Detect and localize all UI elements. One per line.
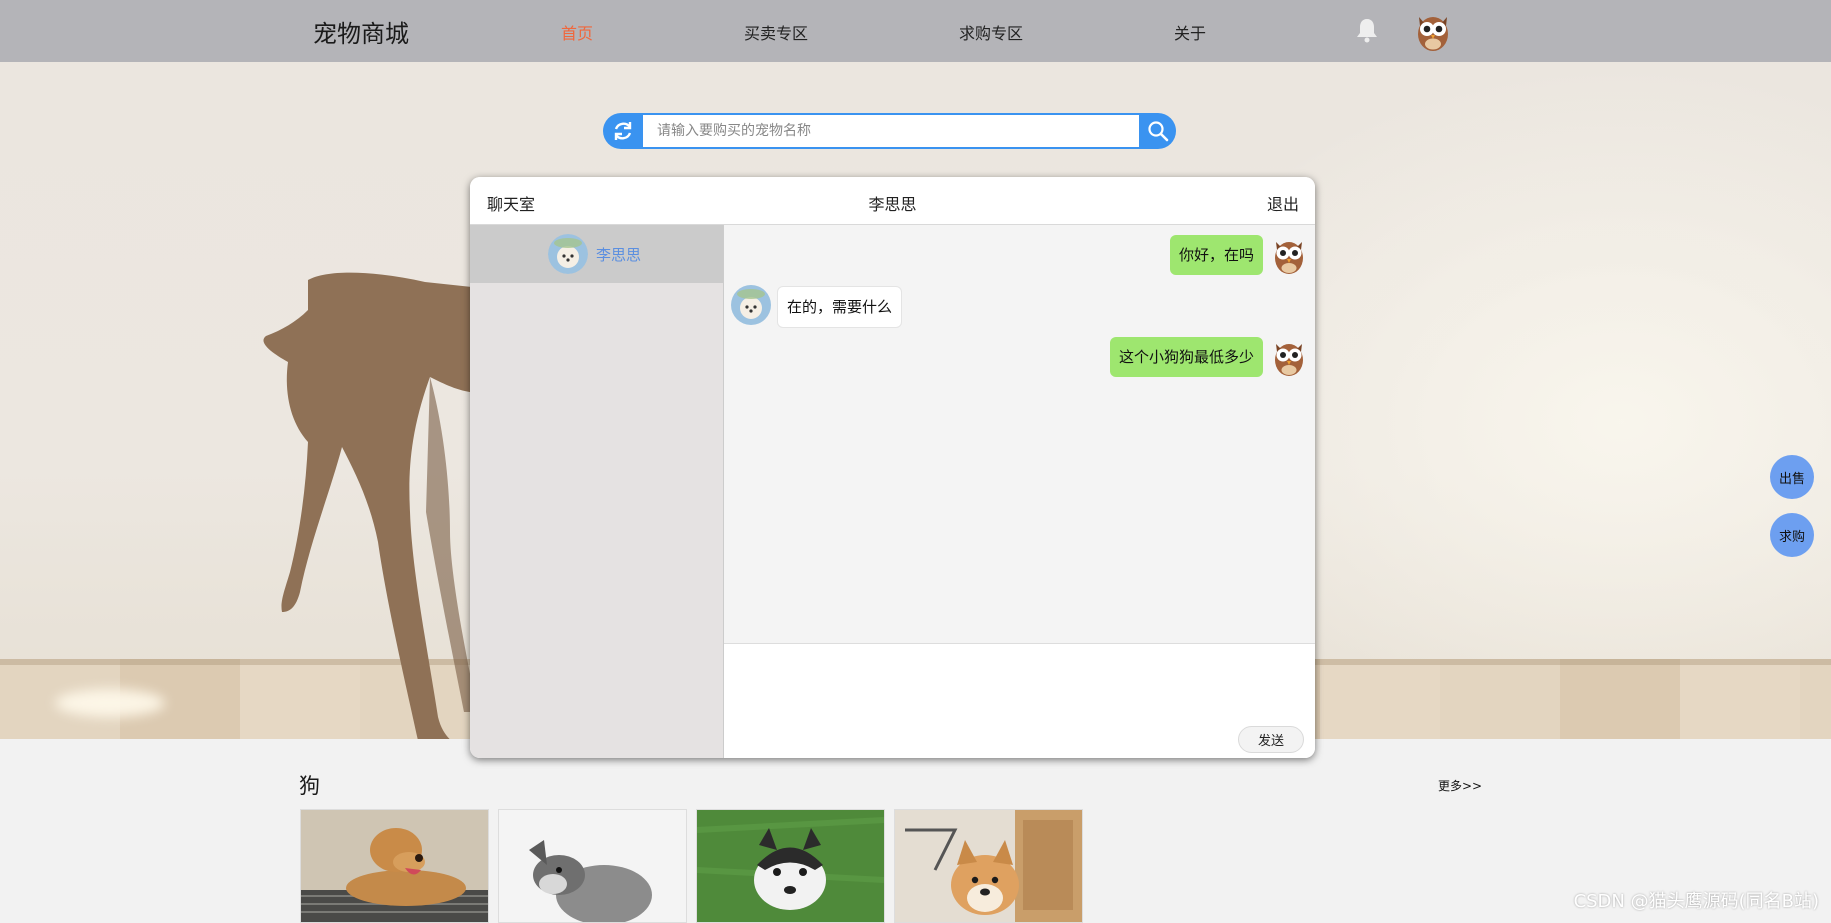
- buy-request-button[interactable]: 求购: [1770, 513, 1814, 557]
- send-button[interactable]: 发送: [1238, 726, 1304, 753]
- search-button[interactable]: [1139, 113, 1176, 149]
- contact-name: 李思思: [596, 246, 642, 264]
- message-input[interactable]: [724, 644, 1315, 726]
- message-row: 你好，在吗: [724, 233, 1315, 277]
- chat-header: 聊天室 李思思 退出: [470, 177, 1315, 225]
- search-icon: [1147, 121, 1168, 142]
- golden-retriever-image: [301, 810, 488, 922]
- message-row: 这个小狗狗最低多少: [724, 335, 1315, 379]
- contact-avatar: [731, 285, 771, 325]
- site-brand[interactable]: 宠物商城: [313, 14, 409, 49]
- watermark: CSDN @猫头鹰源码(同名B站): [1573, 891, 1819, 912]
- pet-card-schnauzer[interactable]: [498, 809, 687, 923]
- sell-button[interactable]: 出售: [1770, 455, 1814, 499]
- message-list: 你好，在吗 在的，需要什么 这个小狗狗最低多少: [724, 225, 1315, 643]
- chat-window: 聊天室 李思思 退出 李思思 你好，在吗 在的，需要什么 这个小狗狗最低多少 发…: [470, 177, 1315, 758]
- pet-card-golden-retriever[interactable]: [300, 809, 489, 923]
- pet-card-husky-puppy[interactable]: [696, 809, 885, 923]
- owl-avatar-icon: [1275, 242, 1303, 274]
- nav-home[interactable]: 首页: [561, 20, 593, 44]
- nav-about[interactable]: 关于: [1174, 20, 1206, 44]
- search-bar: [603, 113, 1176, 149]
- refresh-icon: [614, 122, 632, 140]
- bell-icon[interactable]: [1355, 17, 1379, 43]
- user-avatar-owl-icon[interactable]: [1412, 8, 1454, 52]
- nav-trade-zone[interactable]: 买卖专区: [744, 20, 808, 44]
- dog-silhouette-image: [263, 272, 500, 739]
- pet-card-shiba-inu[interactable]: [894, 809, 1083, 923]
- message-bubble: 你好，在吗: [1169, 235, 1263, 275]
- more-link[interactable]: 更多>>: [1438, 777, 1482, 794]
- message-composer: 发送: [724, 643, 1315, 758]
- top-navbar: 宠物商城 首页 买卖专区 求购专区 关于: [0, 0, 1831, 62]
- owl-avatar-icon: [1275, 344, 1303, 376]
- message-bubble: 这个小狗狗最低多少: [1109, 337, 1263, 377]
- schnauzer-image: [499, 810, 686, 922]
- husky-puppy-image: [697, 810, 884, 922]
- message-row: 在的，需要什么: [724, 284, 1315, 328]
- chat-peer-name: 李思思: [868, 195, 917, 214]
- contact-list: 李思思: [470, 225, 724, 758]
- message-bubble: 在的，需要什么: [777, 286, 903, 328]
- contact-item[interactable]: 李思思: [470, 225, 723, 283]
- category-title: 狗: [299, 774, 320, 798]
- chat-exit-button[interactable]: 退出: [1267, 191, 1299, 215]
- search-input[interactable]: [643, 113, 1139, 149]
- nav-request-zone[interactable]: 求购专区: [959, 20, 1023, 44]
- contact-avatar: [548, 234, 588, 274]
- refresh-button[interactable]: [603, 113, 643, 149]
- shiba-inu-image: [895, 810, 1082, 922]
